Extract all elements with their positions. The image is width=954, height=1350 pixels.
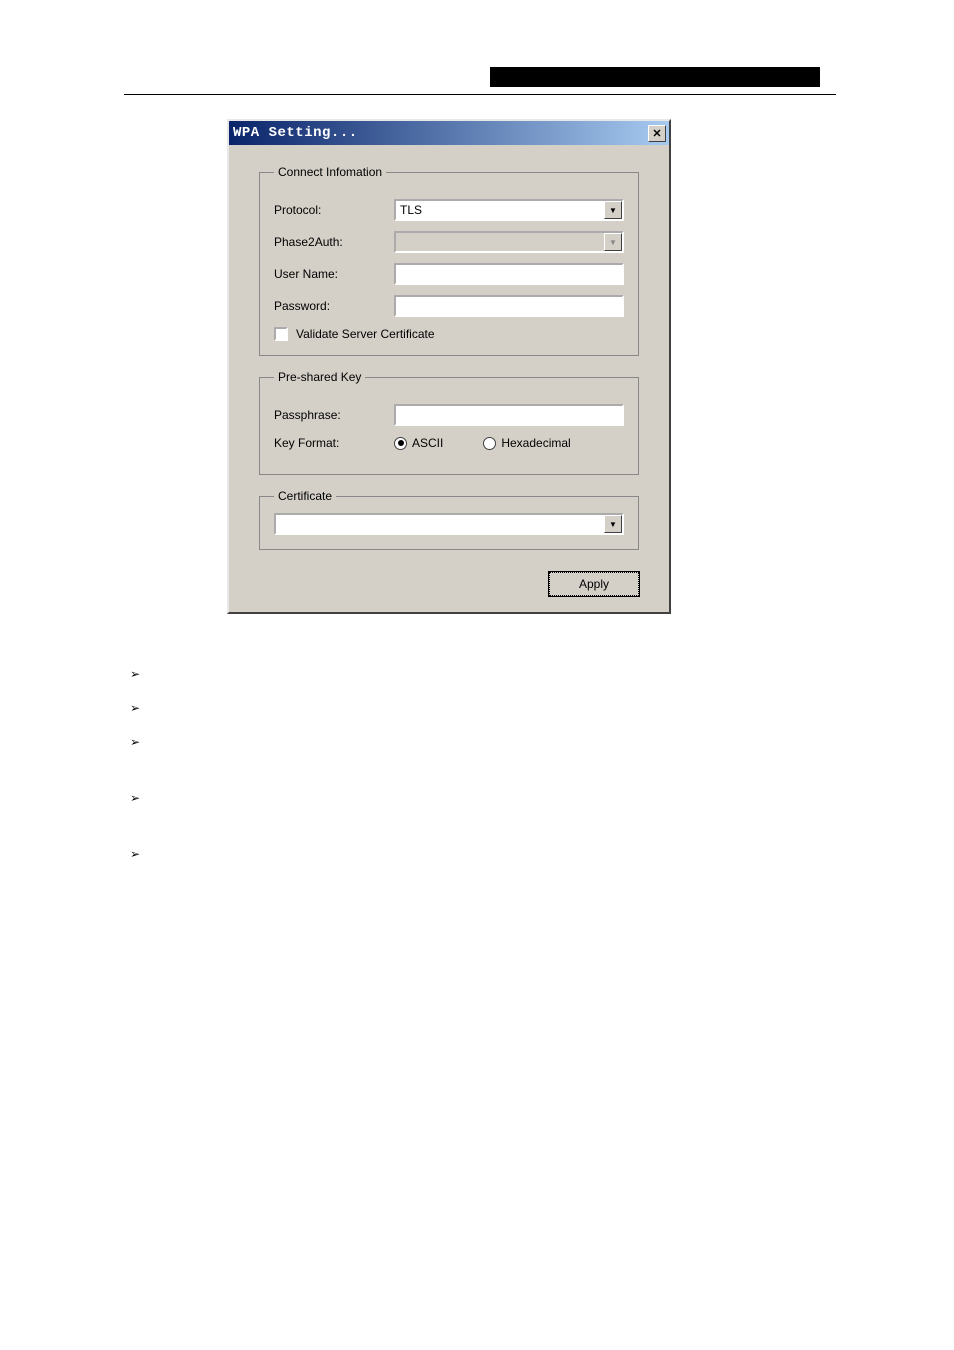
apply-label: Apply — [579, 577, 609, 591]
close-icon[interactable]: ✕ — [648, 125, 666, 142]
dialog-title: WPA Setting... — [233, 125, 358, 141]
password-label: Password: — [274, 299, 394, 313]
psk-legend: Pre-shared Key — [274, 370, 365, 384]
list-item: ➢ — [130, 789, 830, 831]
header-black-bar — [490, 67, 820, 87]
connect-info-legend: Connect Infomation — [274, 165, 386, 179]
bullet-arrow-icon: ➢ — [130, 733, 140, 751]
username-input[interactable] — [394, 263, 624, 285]
passphrase-label: Passphrase: — [274, 408, 394, 422]
password-input[interactable] — [394, 295, 624, 317]
titlebar[interactable]: WPA Setting... ✕ — [229, 121, 669, 145]
hexadecimal-radio[interactable] — [483, 437, 496, 450]
chevron-down-icon[interactable]: ▼ — [604, 515, 622, 533]
bullet-arrow-icon: ➢ — [130, 665, 140, 683]
list-item: ➢ — [130, 665, 830, 685]
ascii-radio-label: ASCII — [412, 436, 443, 450]
bullet-arrow-icon: ➢ — [130, 789, 140, 807]
validate-server-checkbox[interactable] — [274, 327, 288, 341]
bullet-arrow-icon: ➢ — [130, 845, 140, 863]
wpa-setting-dialog: WPA Setting... ✕ Connect Infomation Prot… — [227, 119, 671, 614]
bullet-arrow-icon: ➢ — [130, 699, 140, 717]
protocol-value: TLS — [400, 203, 422, 217]
validate-server-label: Validate Server Certificate — [296, 327, 435, 341]
list-item: ➢ — [130, 845, 830, 865]
connect-information-group: Connect Infomation Protocol: TLS ▼ Phase… — [259, 165, 639, 356]
protocol-dropdown[interactable]: TLS ▼ — [394, 199, 624, 221]
hexadecimal-radio-label: Hexadecimal — [501, 436, 570, 450]
username-label: User Name: — [274, 267, 394, 281]
keyformat-label: Key Format: — [274, 436, 394, 450]
certificate-dropdown[interactable]: ▼ — [274, 513, 624, 535]
apply-button[interactable]: Apply — [549, 572, 639, 596]
preshared-key-group: Pre-shared Key Passphrase: Key Format: A… — [259, 370, 639, 475]
certificate-group: Certificate ▼ — [259, 489, 639, 550]
list-item: ➢ — [130, 733, 830, 775]
phase2auth-dropdown: ▼ — [394, 231, 624, 253]
list-item: ➢ — [130, 699, 830, 719]
protocol-label: Protocol: — [274, 203, 394, 217]
ascii-radio[interactable] — [394, 437, 407, 450]
bullet-list: ➢ ➢ ➢ ➢ ➢ — [130, 665, 830, 879]
passphrase-input[interactable] — [394, 404, 624, 426]
header-divider — [124, 94, 836, 95]
certificate-legend: Certificate — [274, 489, 336, 503]
chevron-down-icon: ▼ — [604, 233, 622, 251]
chevron-down-icon[interactable]: ▼ — [604, 201, 622, 219]
phase2auth-label: Phase2Auth: — [274, 235, 394, 249]
